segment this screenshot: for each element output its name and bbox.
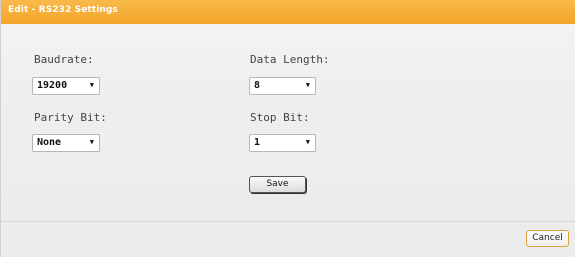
data-length-select[interactable]: 8 ▼ (249, 77, 316, 95)
chevron-down-icon: ▼ (89, 138, 94, 146)
stop-bit-value: 1 (254, 137, 261, 148)
rs232-settings-dialog: Edit - RS232 Settings Baudrate: 19200 ▼ … (0, 0, 575, 257)
data-length-label: Data Length: (250, 53, 330, 66)
parity-bit-label: Parity Bit: (34, 111, 107, 124)
parity-bit-select[interactable]: None ▼ (32, 134, 100, 152)
chevron-down-icon: ▼ (305, 138, 310, 146)
data-length-value: 8 (254, 80, 261, 91)
chevron-down-icon: ▼ (89, 81, 94, 89)
stop-bit-select[interactable]: 1 ▼ (249, 134, 316, 152)
dialog-title: Edit - RS232 Settings (8, 5, 118, 15)
chevron-down-icon: ▼ (305, 81, 310, 89)
baudrate-label: Baudrate: (34, 53, 94, 66)
stop-bit-label: Stop Bit: (250, 111, 310, 124)
dialog-footer (1, 222, 575, 257)
dialog-titlebar: Edit - RS232 Settings (1, 0, 575, 24)
baudrate-select[interactable]: 19200 ▼ (32, 77, 100, 95)
save-button[interactable]: Save (249, 176, 306, 193)
cancel-button[interactable]: Cancel (526, 230, 569, 247)
baudrate-value: 19200 (37, 80, 68, 91)
parity-bit-value: None (37, 137, 62, 148)
